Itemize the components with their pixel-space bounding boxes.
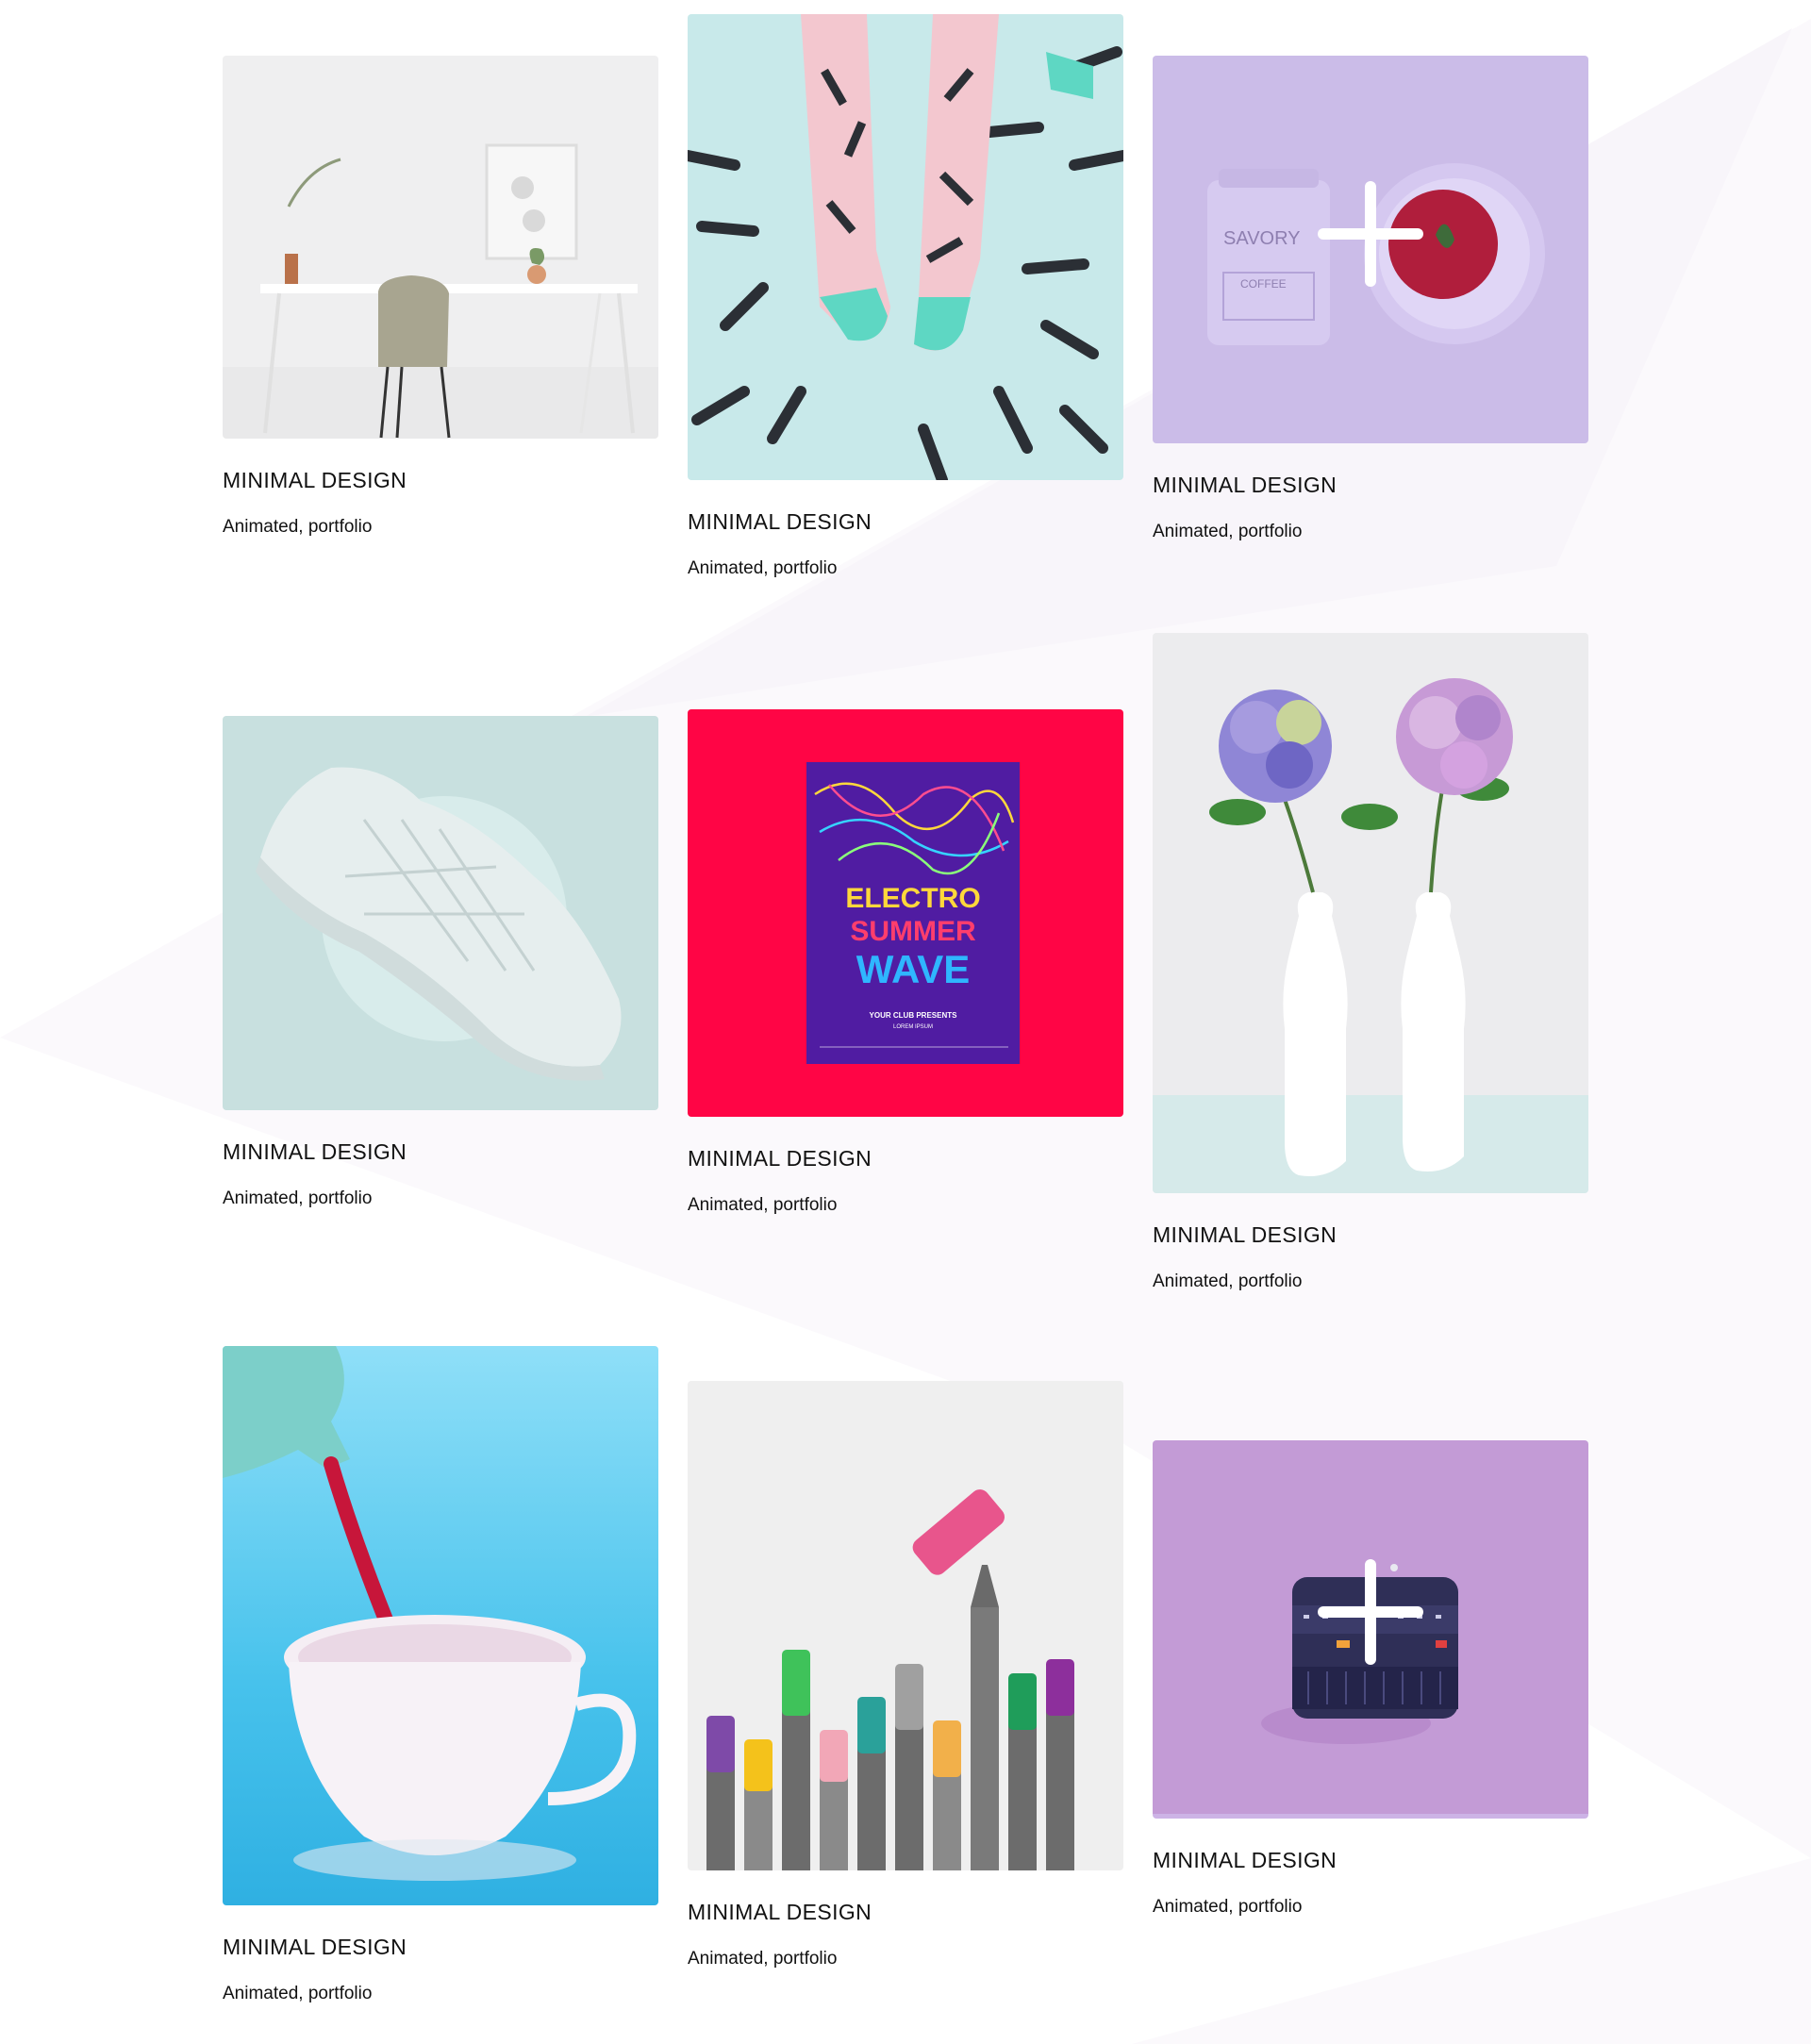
portfolio-image-electro-poster[interactable]: ELECTRO SUMMER WAVE YOUR CLUB PRESENTS L… xyxy=(688,709,1123,1117)
poster-subtitle2: LOREM IPSUM xyxy=(893,1024,933,1030)
plus-icon[interactable] xyxy=(1318,1559,1423,1666)
card-tags: Animated, portfolio xyxy=(223,517,373,537)
card-title[interactable]: MINIMAL DESIGN xyxy=(1153,1221,1588,1248)
can-label-text: COFFEE xyxy=(1240,277,1287,291)
portfolio-card[interactable]: MINIMAL DESIGN Animated, portfolio xyxy=(688,1381,1123,1970)
card-title[interactable]: MINIMAL DESIGN xyxy=(223,1934,658,1960)
card-tags: Animated, portfolio xyxy=(688,558,838,578)
card-title[interactable]: MINIMAL DESIGN xyxy=(1153,472,1588,498)
portfolio-image-coffee-soup[interactable]: SAVORY COFFEE xyxy=(1153,56,1588,443)
portfolio-card[interactable]: MINIMAL DESIGN Animated, portfolio xyxy=(223,716,658,1210)
portfolio-image-camera-lens[interactable] xyxy=(1153,1440,1588,1819)
poster-line1: ELECTRO xyxy=(845,883,980,914)
portfolio-image-desk-chair[interactable] xyxy=(223,56,658,439)
portfolio-card[interactable]: MINIMAL DESIGN Animated, portfolio xyxy=(688,14,1123,580)
card-tags: Animated, portfolio xyxy=(688,1195,838,1215)
portfolio-card[interactable]: MINIMAL DESIGN Animated, portfolio xyxy=(223,1346,658,2005)
portfolio-image-socks[interactable] xyxy=(688,14,1123,480)
card-tags: Animated, portfolio xyxy=(1153,1271,1303,1291)
card-title[interactable]: MINIMAL DESIGN xyxy=(688,508,1123,535)
card-title[interactable]: MINIMAL DESIGN xyxy=(223,467,658,493)
portfolio-image-teapot-cup[interactable] xyxy=(223,1346,658,1905)
can-brand-text: SAVORY xyxy=(1223,228,1301,249)
card-tags: Animated, portfolio xyxy=(688,1949,838,1969)
plus-icon[interactable] xyxy=(1318,181,1423,288)
card-title[interactable]: MINIMAL DESIGN xyxy=(1153,1847,1588,1873)
card-tags: Animated, portfolio xyxy=(223,1188,373,1208)
poster-line2: SUMMER xyxy=(850,916,976,947)
poster-subtitle: YOUR CLUB PRESENTS xyxy=(870,1011,958,1020)
portfolio-grid: MINIMAL DESIGN Animated, portfolio MINIM… xyxy=(0,0,1811,2044)
portfolio-card[interactable]: ELECTRO SUMMER WAVE YOUR CLUB PRESENTS L… xyxy=(688,709,1123,1217)
poster-line3: WAVE xyxy=(856,947,971,991)
card-tags: Animated, portfolio xyxy=(1153,1897,1303,1917)
portfolio-card[interactable]: MINIMAL DESIGN Animated, portfolio xyxy=(1153,1440,1588,1919)
portfolio-card[interactable]: SAVORY COFFEE MINIMAL DESIGN Animated, p… xyxy=(1153,56,1588,543)
portfolio-image-sneaker[interactable] xyxy=(223,716,658,1110)
card-title[interactable]: MINIMAL DESIGN xyxy=(223,1138,658,1165)
card-tags: Animated, portfolio xyxy=(1153,522,1303,541)
card-tags: Animated, portfolio xyxy=(223,1984,373,2003)
portfolio-card[interactable]: MINIMAL DESIGN Animated, portfolio xyxy=(1153,633,1588,1293)
card-title[interactable]: MINIMAL DESIGN xyxy=(688,1899,1123,1925)
portfolio-image-markers[interactable] xyxy=(688,1381,1123,1870)
card-title[interactable]: MINIMAL DESIGN xyxy=(688,1145,1123,1172)
portfolio-image-hydrangea[interactable] xyxy=(1153,633,1588,1193)
portfolio-card[interactable]: MINIMAL DESIGN Animated, portfolio xyxy=(223,56,658,539)
